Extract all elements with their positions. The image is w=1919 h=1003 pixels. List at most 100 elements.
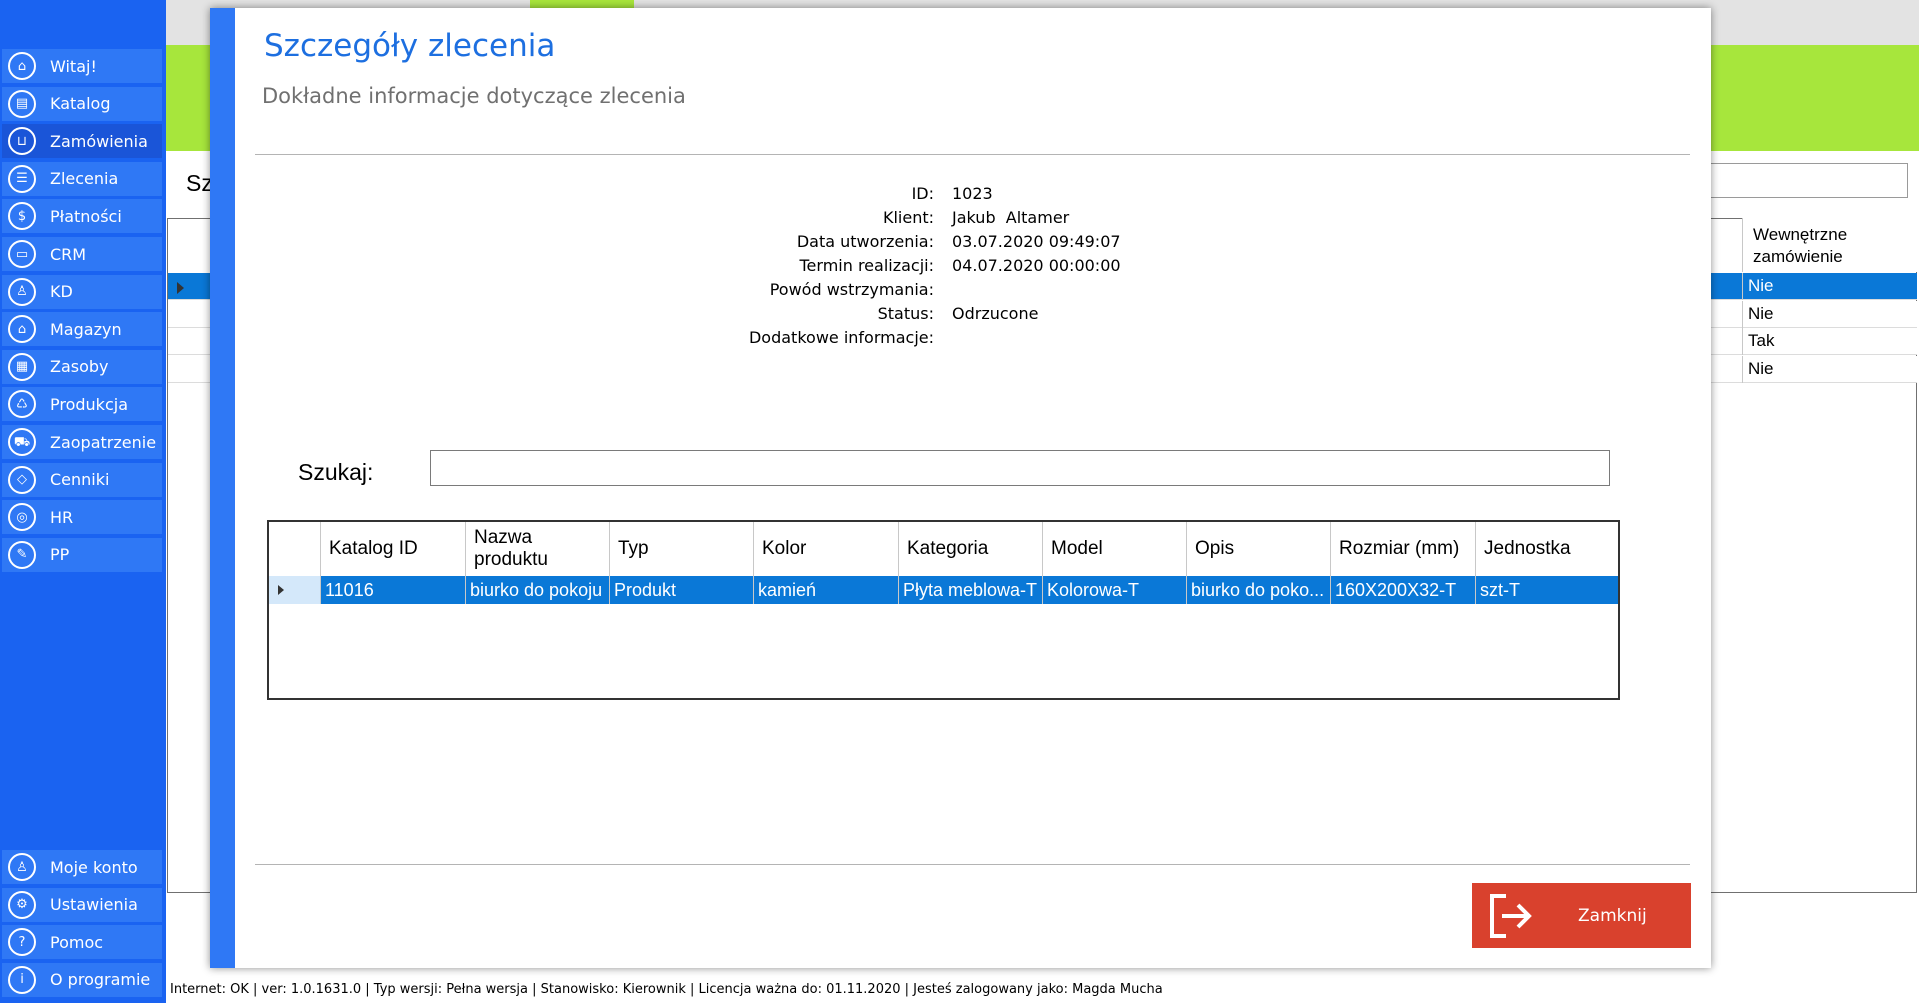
detail-label: Powód wstrzymania:: [769, 280, 934, 299]
detail-value: Jakub Altamer: [952, 208, 1070, 227]
search-input[interactable]: [430, 450, 1610, 486]
dialog-subtitle: Dokładne informacje dotyczące zlecenia: [262, 84, 686, 108]
sidebar-item-label: Zasoby: [50, 357, 109, 377]
cart-icon: ⊔: [8, 127, 36, 156]
divider: [255, 864, 1690, 865]
detail-row: Dodatkowe informacje:: [560, 328, 1360, 352]
sidebar-item-zamówienia[interactable]: ⊔ Zamówienia: [2, 124, 162, 159]
status-bar: Internet: OK | ver: 1.0.1631.0 | Typ wer…: [166, 978, 1919, 1003]
detail-value: 04.07.2020 00:00:00: [952, 256, 1121, 275]
internal-order-cell: Tak: [1742, 328, 1917, 355]
settings-icon: ⚙: [8, 890, 36, 919]
search-label: Szukaj:: [298, 459, 374, 485]
sidebar-item-label: Płatności: [50, 206, 122, 226]
sidebar-item-katalog[interactable]: ▤ Katalog: [2, 86, 162, 121]
column-header[interactable]: Rozmiar (mm): [1330, 522, 1475, 576]
sidebar-item-label: Produkcja: [50, 394, 128, 414]
exit-icon: [1490, 893, 1532, 938]
table-cell: Produkt: [609, 576, 753, 604]
sidebar: ⌂ Witaj! ▤ Katalog ⊔ Zamówienia ☰ Zlecenia $ Płat…: [0, 0, 166, 1003]
sidebar-item-cenniki[interactable]: ◇ Cenniki: [2, 462, 162, 497]
info-icon: i: [8, 965, 36, 994]
table-cell: kamień: [753, 576, 898, 604]
detail-label: ID:: [911, 184, 934, 203]
sidebar-item-label: Ustawienia: [50, 895, 138, 915]
column-header[interactable]: Typ: [609, 522, 753, 576]
row-selector-arrow-icon: [177, 282, 184, 294]
background-search-input[interactable]: [1705, 163, 1908, 198]
grid-header: Katalog ID Nazwa produktu Typ Kolor Kategori…: [269, 522, 1618, 576]
close-button[interactable]: Zamknij: [1472, 883, 1691, 948]
column-header[interactable]: Model: [1042, 522, 1186, 576]
column-header-internal-order[interactable]: Wewnętrzne zamówienie: [1742, 218, 1917, 272]
sidebar-item-hr[interactable]: ◎ HR: [2, 500, 162, 535]
top-bar-accent: [530, 0, 634, 8]
sidebar-item-kd[interactable]: ♙ KD: [2, 274, 162, 309]
table-row[interactable]: 11016 biurko do pokoju Produkt kamień Płyta …: [269, 576, 1618, 604]
sidebar-item-zlecenia[interactable]: ☰ Zlecenia: [2, 161, 162, 196]
pp-icon: ✎: [8, 540, 36, 569]
detail-label: Status:: [877, 304, 934, 323]
detail-value: 03.07.2020 09:49:07: [952, 232, 1121, 251]
sidebar-item-label: Zaopatrzenie: [50, 432, 157, 452]
column-header[interactable]: Kolor: [753, 522, 898, 576]
user-icon: ♙: [8, 277, 36, 306]
sidebar-item-o-programie[interactable]: i O programie: [2, 962, 162, 997]
order-details-dialog: Szczegóły zlecenia Dokładne informacje d…: [210, 8, 1711, 968]
row-header-corner: [269, 522, 320, 576]
order-items-grid: Katalog ID Nazwa produktu Typ Kolor Kategori…: [267, 520, 1620, 700]
table-cell: szt-T: [1475, 576, 1618, 604]
sidebar-item-label: Pomoc: [50, 932, 104, 952]
sidebar-item-label: O programie: [50, 970, 151, 990]
sidebar-item-label: PP: [50, 545, 70, 565]
column-header[interactable]: Opis: [1186, 522, 1330, 576]
detail-row: ID: 1023: [560, 184, 1360, 208]
divider: [255, 154, 1690, 155]
sidebar-item-pomoc[interactable]: ? Pomoc: [2, 925, 162, 960]
sidebar-item-witaj-[interactable]: ⌂ Witaj!: [2, 49, 162, 83]
help-icon: ?: [8, 928, 36, 957]
sidebar-item-zaopatrzenie[interactable]: ⛟ Zaopatrzenie: [2, 425, 162, 459]
background-page-title: Sz: [186, 170, 213, 196]
home-icon: ⌂: [8, 52, 36, 80]
sidebar-item-label: Zlecenia: [50, 169, 119, 189]
dialog-title: Szczegóły zlecenia: [264, 28, 556, 64]
table-cell: 160X200X32-T: [1330, 576, 1475, 604]
sidebar-item-crm[interactable]: ▭ CRM: [2, 237, 162, 271]
sidebar-item-magazyn[interactable]: ⌂ Magazyn: [2, 312, 162, 347]
production-icon: ♺: [8, 390, 36, 419]
detail-value: Odrzucone: [952, 304, 1039, 323]
detail-label: Klient:: [882, 208, 934, 227]
sidebar-item-płatności[interactable]: $ Płatności: [2, 199, 162, 234]
detail-row: Klient: Jakub Altamer: [560, 208, 1360, 232]
sidebar-item-pp[interactable]: ✎ PP: [2, 537, 162, 572]
internal-order-cell: Nie: [1742, 355, 1917, 383]
sidebar-item-zasoby[interactable]: ▦ Zasoby: [2, 349, 162, 384]
detail-row: Data utworzenia: 03.07.2020 09:49:07: [560, 232, 1360, 256]
sidebar-item-label: Zamówienia: [50, 131, 148, 151]
column-header[interactable]: Kategoria: [898, 522, 1042, 576]
sidebar-item-label: Katalog: [50, 94, 111, 114]
sidebar-item-moje-konto[interactable]: ♙ Moje konto: [2, 850, 162, 884]
account-icon: ♙: [8, 853, 36, 881]
dialog-accent-stripe: [210, 8, 235, 968]
column-header[interactable]: Jednostka: [1475, 522, 1618, 576]
list-icon: ☰: [8, 164, 36, 193]
tag-icon: ◇: [8, 465, 36, 494]
sidebar-item-label: CRM: [50, 244, 87, 264]
row-selector-arrow-icon: [278, 585, 284, 595]
sidebar-item-label: Witaj!: [50, 56, 97, 76]
sidebar-item-label: Magazyn: [50, 319, 122, 339]
table-cell: biurko do pokoju: [465, 576, 609, 604]
internal-order-cell: Nie: [1742, 300, 1917, 328]
sidebar-item-ustawienia[interactable]: ⚙ Ustawienia: [2, 887, 162, 922]
internal-order-cell: Nie: [1742, 273, 1917, 300]
detail-row: Termin realizacji: 04.07.2020 00:00:00: [560, 256, 1360, 280]
row-selector[interactable]: [269, 576, 320, 604]
close-button-label: Zamknij: [1578, 905, 1647, 926]
column-header[interactable]: Katalog ID: [320, 522, 465, 576]
column-header[interactable]: Nazwa produktu: [465, 522, 609, 576]
table-cell: biurko do poko...: [1186, 576, 1330, 604]
sidebar-item-produkcja[interactable]: ♺ Produkcja: [2, 387, 162, 422]
dollar-icon: $: [8, 202, 36, 231]
